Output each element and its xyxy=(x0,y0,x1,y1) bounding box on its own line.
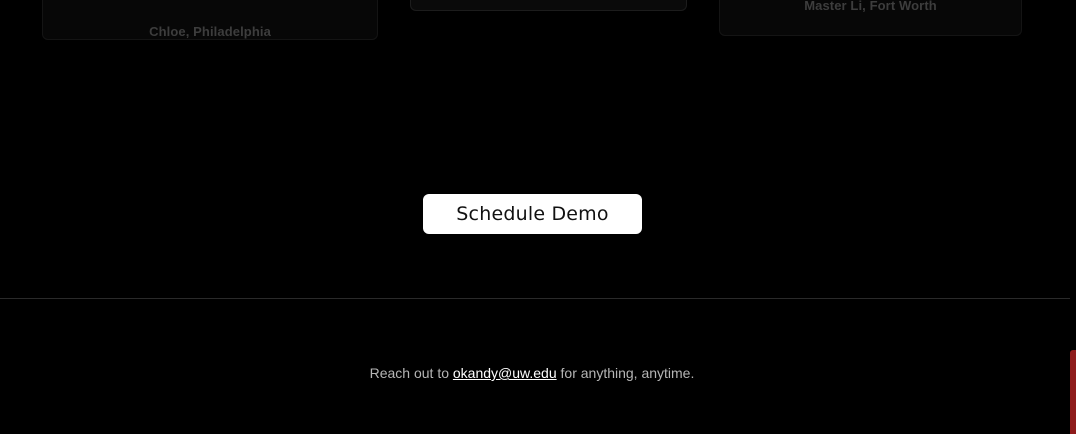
footer-prefix: Reach out to xyxy=(369,365,453,381)
email-link[interactable]: okandy@uw.edu xyxy=(453,365,557,381)
testimonial-card: Master Li, Fort Worth xyxy=(719,0,1022,36)
page: Chloe, Philadelphia Master Li, Fort Wort… xyxy=(0,0,1076,434)
testimonial-card xyxy=(410,0,687,11)
footer-divider xyxy=(0,298,1070,299)
testimonial-card: Chloe, Philadelphia xyxy=(42,0,378,40)
scrollbar-thumb[interactable] xyxy=(1070,350,1076,434)
schedule-demo-button[interactable]: Schedule Demo xyxy=(423,194,642,234)
testimonial-author: Master Li, Fort Worth xyxy=(804,0,937,13)
footer-contact: Reach out to okandy@uw.edu for anything,… xyxy=(0,365,1064,381)
testimonial-author: Chloe, Philadelphia xyxy=(149,24,271,39)
footer-suffix: for anything, anytime. xyxy=(556,365,695,381)
